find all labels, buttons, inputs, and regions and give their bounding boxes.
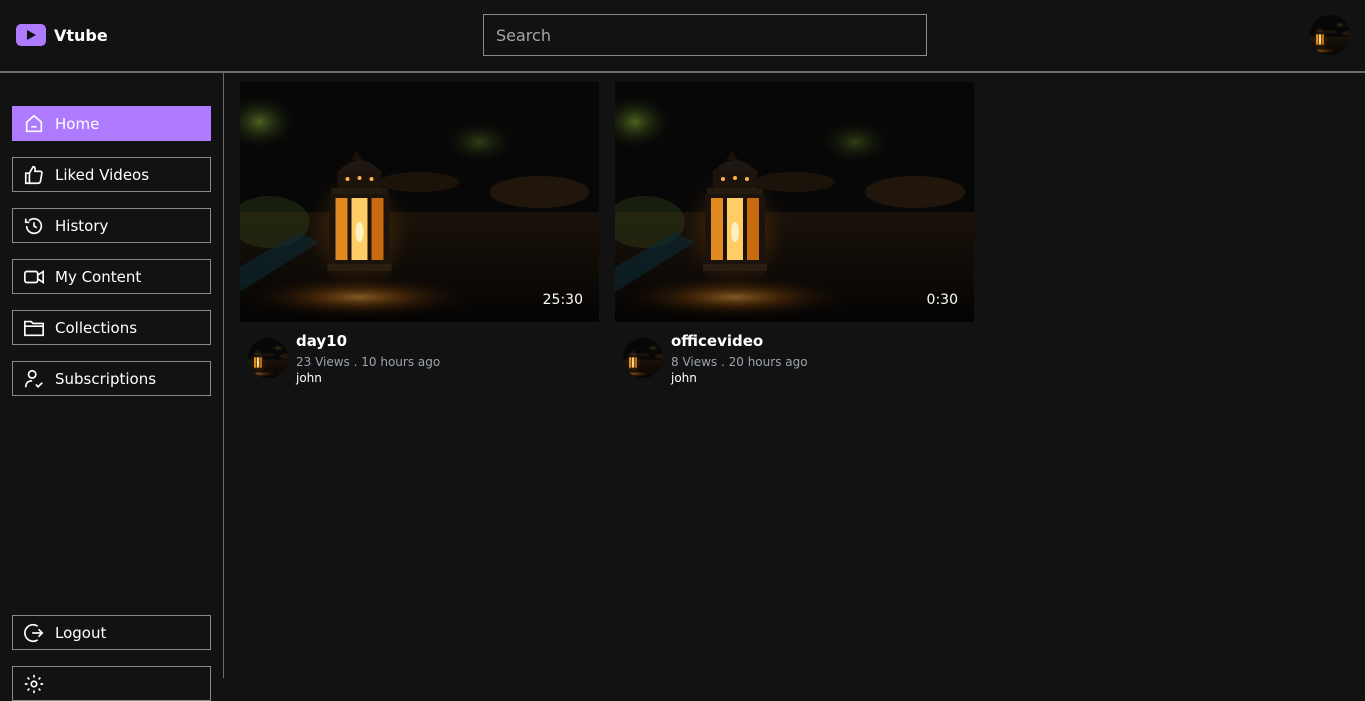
search-input[interactable] <box>483 14 927 56</box>
video-title[interactable]: day10 <box>296 332 347 350</box>
sidebar-item-label: Subscriptions <box>55 369 157 388</box>
sidebar-item-home[interactable]: Home <box>12 106 211 141</box>
logout-icon <box>23 622 45 644</box>
video-thumbnail[interactable]: 0:30 <box>615 82 974 322</box>
app-logo[interactable]: Vtube <box>16 23 108 47</box>
video-card[interactable]: 0:30 officevideo 8 Views . 20 hours ago … <box>615 82 975 392</box>
sidebar-item-subscriptions[interactable]: Subscriptions <box>12 361 211 396</box>
video-duration: 25:30 <box>542 292 583 308</box>
sidebar-item-label: History <box>55 216 109 235</box>
video-stats: 8 Views . 20 hours ago <box>671 355 808 369</box>
user-avatar[interactable] <box>1310 15 1350 55</box>
home-icon <box>23 113 45 135</box>
channel-avatar[interactable] <box>623 338 663 378</box>
video-card[interactable]: 25:30 day10 23 Views . 10 hours ago john <box>240 82 600 392</box>
channel-avatar[interactable] <box>248 338 288 378</box>
sidebar-item-label: Liked Videos <box>55 165 150 184</box>
sidebar-item-history[interactable]: History <box>12 208 211 243</box>
logout-button[interactable]: Logout <box>12 615 211 650</box>
video-title[interactable]: officevideo <box>671 332 763 350</box>
sidebar-item-liked-videos[interactable]: Liked Videos <box>12 157 211 192</box>
sidebar-item-label: My Content <box>55 267 142 286</box>
sidebar: Home Liked Videos History My Content Col… <box>0 73 224 701</box>
video-owner[interactable]: john <box>671 371 697 385</box>
thumbs-up-icon <box>23 164 45 186</box>
folder-icon <box>23 317 45 339</box>
video-camera-icon <box>23 266 45 288</box>
user-check-icon <box>23 368 45 390</box>
video-meta: officevideo 8 Views . 20 hours ago john <box>615 322 975 392</box>
sidebar-item-label: Collections <box>55 318 138 337</box>
logout-label: Logout <box>55 623 107 642</box>
video-thumbnail[interactable]: 25:30 <box>240 82 599 322</box>
settings-button[interactable] <box>12 666 211 701</box>
history-icon <box>23 215 45 237</box>
play-icon <box>16 24 46 46</box>
gear-icon <box>23 673 45 695</box>
sidebar-item-collections[interactable]: Collections <box>12 310 211 345</box>
top-bar: Vtube <box>0 0 1365 73</box>
sidebar-item-label: Home <box>55 114 100 133</box>
video-stats: 23 Views . 10 hours ago <box>296 355 441 369</box>
app-name: Vtube <box>54 25 108 45</box>
video-meta: day10 23 Views . 10 hours ago john <box>240 322 600 392</box>
video-owner[interactable]: john <box>296 371 322 385</box>
sidebar-item-my-content[interactable]: My Content <box>12 259 211 294</box>
video-duration: 0:30 <box>926 292 958 308</box>
